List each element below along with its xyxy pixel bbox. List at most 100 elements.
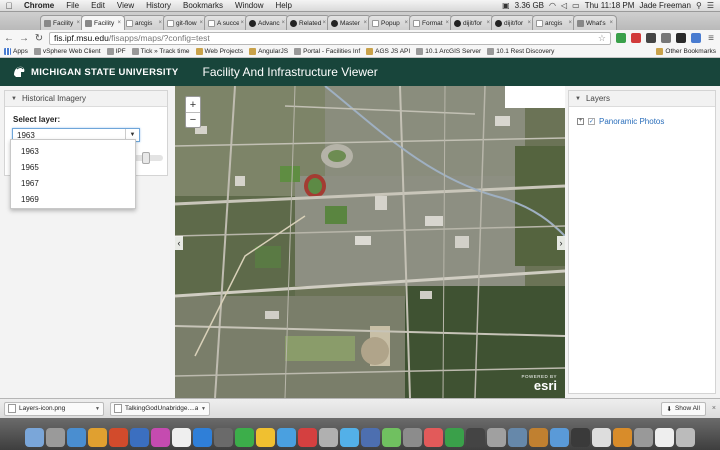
menu-window[interactable]: Window bbox=[229, 1, 269, 10]
menu-edit[interactable]: Edit bbox=[85, 1, 111, 10]
dock-app-icon[interactable] bbox=[571, 428, 590, 447]
dock-app-icon[interactable] bbox=[88, 428, 107, 447]
dock-app-icon[interactable] bbox=[655, 428, 674, 447]
close-tab-icon[interactable]: × bbox=[322, 20, 326, 26]
volume-icon[interactable]: ◁ bbox=[561, 1, 567, 10]
memory-icon[interactable]: ▣ bbox=[502, 1, 510, 10]
collapse-right-panel-icon[interactable]: › bbox=[557, 236, 565, 250]
historical-imagery-header[interactable]: ▼ Historical Imagery bbox=[5, 91, 167, 107]
zoom-out-button[interactable]: − bbox=[186, 112, 200, 127]
bookmark-ipf[interactable]: IPF bbox=[106, 48, 126, 55]
bookmark-ags-js-api[interactable]: AGS JS API bbox=[366, 48, 410, 55]
close-tab-icon[interactable]: × bbox=[199, 20, 203, 26]
dock-app-icon[interactable] bbox=[193, 428, 212, 447]
dock-app-icon[interactable] bbox=[613, 428, 632, 447]
dock-app-icon[interactable] bbox=[592, 428, 611, 447]
browser-tab[interactable]: Related × bbox=[286, 15, 330, 30]
layer-checkbox[interactable]: ✓ bbox=[588, 118, 595, 125]
back-icon[interactable]: ← bbox=[4, 33, 14, 44]
dock-app-icon[interactable] bbox=[319, 428, 338, 447]
dock-app-icon[interactable] bbox=[550, 428, 569, 447]
dock-app-icon[interactable] bbox=[508, 428, 527, 447]
menu-chrome[interactable]: Chrome bbox=[18, 1, 60, 10]
dock-app-icon[interactable] bbox=[151, 428, 170, 447]
close-tab-icon[interactable]: × bbox=[404, 20, 408, 26]
dropdown-option-1969[interactable]: 1969 bbox=[11, 191, 135, 207]
dock-app-icon[interactable] bbox=[25, 428, 44, 447]
zoom-in-button[interactable]: + bbox=[186, 97, 200, 112]
chevron-down-icon[interactable]: ▼ bbox=[95, 406, 100, 412]
dock-app-icon[interactable] bbox=[445, 428, 464, 447]
menu-view[interactable]: View bbox=[111, 1, 140, 10]
dock-app-icon[interactable] bbox=[46, 428, 65, 447]
chrome-menu-icon[interactable]: ≡ bbox=[706, 33, 716, 44]
extension-icon[interactable] bbox=[676, 33, 686, 43]
bookmark-angularjs[interactable]: AngularJS bbox=[249, 48, 288, 55]
browser-tab[interactable]: Advanc × bbox=[245, 15, 289, 30]
dropdown-option-1963[interactable]: 1963 bbox=[11, 143, 135, 159]
dock-app-icon[interactable] bbox=[109, 428, 128, 447]
dock-app-icon[interactable] bbox=[298, 428, 317, 447]
dock-app-icon[interactable] bbox=[67, 428, 86, 447]
browser-tab[interactable]: git-flow × bbox=[163, 15, 207, 30]
wifi-icon[interactable]: ◠ bbox=[549, 1, 556, 10]
dropdown-option-1965[interactable]: 1965 bbox=[11, 159, 135, 175]
aerial-imagery[interactable] bbox=[175, 86, 565, 398]
bookmark-portal[interactable]: Portal - Facilities Inf bbox=[294, 48, 360, 55]
chevron-down-icon[interactable]: ▼ bbox=[201, 406, 206, 412]
dock-app-icon[interactable] bbox=[634, 428, 653, 447]
extension-icon[interactable] bbox=[631, 33, 641, 43]
bookmark-vsphere[interactable]: vSphere Web Client bbox=[33, 48, 101, 55]
close-tab-icon[interactable]: × bbox=[486, 20, 490, 26]
map-view[interactable]: + − ‹ › POWERED BY esri bbox=[175, 86, 565, 398]
browser-tab[interactable]: dijit/for × bbox=[450, 15, 494, 30]
browser-tab[interactable]: Facility × bbox=[40, 15, 84, 30]
bookmark-star-icon[interactable]: ☆ bbox=[598, 33, 606, 44]
spotlight-icon[interactable]: ⚲ bbox=[696, 1, 702, 10]
dock-app-icon[interactable] bbox=[235, 428, 254, 447]
browser-tab[interactable]: arcgis × bbox=[122, 15, 166, 30]
address-bar[interactable]: fis.ipf.msu.edu/fisapps/maps/?config=tes… bbox=[49, 31, 611, 45]
close-tab-icon[interactable]: × bbox=[76, 20, 80, 26]
layer-item-panoramic-photos[interactable]: + ✓ Panoramic Photos bbox=[577, 117, 664, 126]
menu-bookmarks[interactable]: Bookmarks bbox=[177, 1, 229, 10]
notification-center-icon[interactable]: ☰ bbox=[707, 1, 714, 10]
dock-app-icon[interactable] bbox=[403, 428, 422, 447]
dock-app-icon[interactable] bbox=[130, 428, 149, 447]
close-tab-icon[interactable]: × bbox=[568, 20, 572, 26]
close-tab-icon[interactable]: × bbox=[609, 20, 613, 26]
dropdown-option-1967[interactable]: 1967 bbox=[11, 175, 135, 191]
download-item[interactable]: TalkingGodUnabridge....aax ▼ bbox=[110, 401, 210, 416]
extension-icon[interactable] bbox=[646, 33, 656, 43]
reload-icon[interactable]: ↻ bbox=[34, 33, 44, 44]
close-tab-icon[interactable]: × bbox=[527, 20, 531, 26]
browser-tab[interactable]: Popup × bbox=[368, 15, 412, 30]
battery-icon[interactable]: ▭ bbox=[572, 1, 580, 10]
menu-clock[interactable]: Thu 11:18 PM bbox=[585, 1, 635, 10]
extension-icon[interactable] bbox=[616, 33, 626, 43]
collapse-caret-icon[interactable]: ▼ bbox=[575, 96, 581, 102]
forward-icon[interactable]: → bbox=[19, 33, 29, 44]
bookmark-arcgis-server[interactable]: 10.1 ArcGIS Server bbox=[416, 48, 481, 55]
dock-app-icon[interactable] bbox=[676, 428, 695, 447]
bookmark-web-projects[interactable]: Web Projects bbox=[195, 48, 243, 55]
bookmark-rest-discovery[interactable]: 10.1 Rest Discovery bbox=[487, 48, 554, 55]
browser-tab[interactable]: arcgis × bbox=[532, 15, 576, 30]
browser-tab[interactable]: Master × bbox=[327, 15, 371, 30]
dock-app-icon[interactable] bbox=[424, 428, 443, 447]
menu-help[interactable]: Help bbox=[269, 1, 297, 10]
download-item[interactable]: Layers-icon.png ▼ bbox=[4, 401, 104, 416]
collapse-caret-icon[interactable]: ▼ bbox=[11, 96, 17, 102]
dock-app-icon[interactable] bbox=[214, 428, 233, 447]
opacity-slider-handle[interactable] bbox=[142, 152, 150, 164]
layer-label[interactable]: Panoramic Photos bbox=[599, 117, 664, 126]
expand-plus-icon[interactable]: + bbox=[577, 118, 584, 125]
dock-app-icon[interactable] bbox=[529, 428, 548, 447]
dock-app-icon[interactable] bbox=[487, 428, 506, 447]
close-tab-icon[interactable]: × bbox=[363, 20, 367, 26]
browser-tab[interactable]: A succe × bbox=[204, 15, 248, 30]
close-tab-icon[interactable]: × bbox=[240, 20, 244, 26]
dock-app-icon[interactable] bbox=[256, 428, 275, 447]
browser-tab-active[interactable]: Facility × bbox=[81, 15, 125, 30]
browser-tab[interactable]: What's × bbox=[573, 15, 617, 30]
